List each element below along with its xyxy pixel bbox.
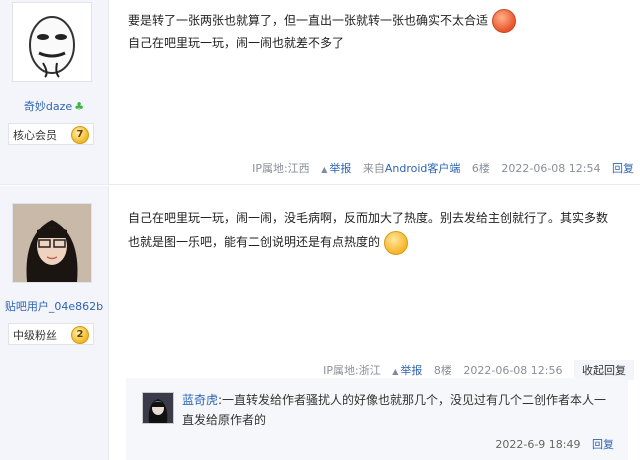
avatar[interactable] [12,203,92,283]
tongue-face-icon [384,230,409,255]
username-text[interactable]: 奇妙daze [24,100,72,113]
post-divider [0,184,640,185]
post-time: 2022-06-08 12:56 [463,364,563,377]
reply-link[interactable]: 回复 [612,162,634,175]
post-text-line: 自己在吧里玩一玩，闹一闹，没毛病啊，反而加大了热度。别去发给主创就行了。其实多数 [128,211,609,225]
post-text-line: 要是转了一张两张也就算了，但一直出一张就转一张也确实不太合适 [128,13,489,28]
girl-photo-avatar-icon [13,204,91,282]
sub-reply-reply-link[interactable]: 回复 [592,438,614,451]
report-link[interactable]: 举报 [392,364,422,377]
sub-reply-box: 蓝奇虎:一直转发给作者骚扰人的好像也就那几个，没见过有几个二创作者本人一直发给原… [126,378,628,460]
post-text-line: 也就是图一乐吧，能有二创说明还是有点热度的 [128,235,381,249]
username-link[interactable]: 奇妙daze ♣ [0,98,108,114]
badge-name: 中级粉丝 [13,329,57,342]
member-badge[interactable]: 中级粉丝 2 [8,323,94,345]
sub-reply-content: :一直转发给作者骚扰人的好像也就那几个，没见过有几个二创作者本人一直发给原作者的 [182,393,607,427]
post-time: 2022-06-08 12:54 [501,162,601,175]
avatar[interactable] [12,2,92,82]
post-text-line: 自己在吧里玩一玩，闹一闹也就差不多了 [128,36,345,50]
anime-character-avatar-icon [143,393,173,423]
post-floor-8: 贴吧用户_04e862b 中级粉丝 2 自己在吧里玩一玩，闹一闹，没毛病啊，反而… [0,186,640,460]
floor-number: 6楼 [471,162,490,175]
sub-reply-text: 蓝奇虎:一直转发给作者骚扰人的好像也就那几个，没见过有几个二创作者本人一直发给原… [182,390,612,430]
sub-reply-meta: 2022-6-9 18:49 回复 [495,436,614,452]
ip-location: IP属地:江西 [252,162,310,175]
client-link[interactable]: Android客户端 [385,162,461,175]
client-source: 来自Android客户端 [363,162,461,175]
ip-location: IP属地:浙江 [323,364,381,377]
sub-reply-username[interactable]: 蓝奇虎 [182,393,218,407]
post-meta: IP属地:江西 举报 来自Android客户端 6楼 2022-06-08 12… [244,160,634,176]
member-badge[interactable]: 核心会员 7 [8,123,94,145]
sub-reply-avatar[interactable] [142,392,174,424]
angry-face-icon [492,9,517,33]
author-sidebar: 奇妙daze ♣ 核心会员 7 [0,0,109,184]
report-link[interactable]: 举报 [321,162,351,175]
post-content: 自己在吧里玩一玩，闹一闹，没毛病啊，反而加大了热度。别去发给主创就行了。其实多数… [128,206,618,255]
username-link[interactable]: 贴吧用户_04e862b [0,298,108,314]
author-sidebar: 贴吧用户_04e862b 中级粉丝 2 [0,186,109,460]
meme-face-avatar-icon [13,3,91,81]
sub-reply-time: 2022-6-9 18:49 [495,438,581,451]
client-prefix: 来自 [362,162,385,175]
post-floor-6: 奇妙daze ♣ 核心会员 7 要是转了一张两张也就算了，但一直出一张就转一张也确… [0,0,640,184]
post-meta: IP属地:浙江 举报 8楼 2022-06-08 12:56 收起回复 [315,360,634,380]
floor-number: 8楼 [433,364,452,377]
clover-icon: ♣ [74,100,85,113]
post-content: 要是转了一张两张也就算了，但一直出一张就转一张也确实不太合适 自己在吧里玩一玩，… [128,9,618,53]
collapse-replies-button[interactable]: 收起回复 [574,360,634,380]
badge-name: 核心会员 [13,129,57,142]
badge-level-icon: 2 [71,326,89,344]
badge-level-icon: 7 [71,126,89,144]
